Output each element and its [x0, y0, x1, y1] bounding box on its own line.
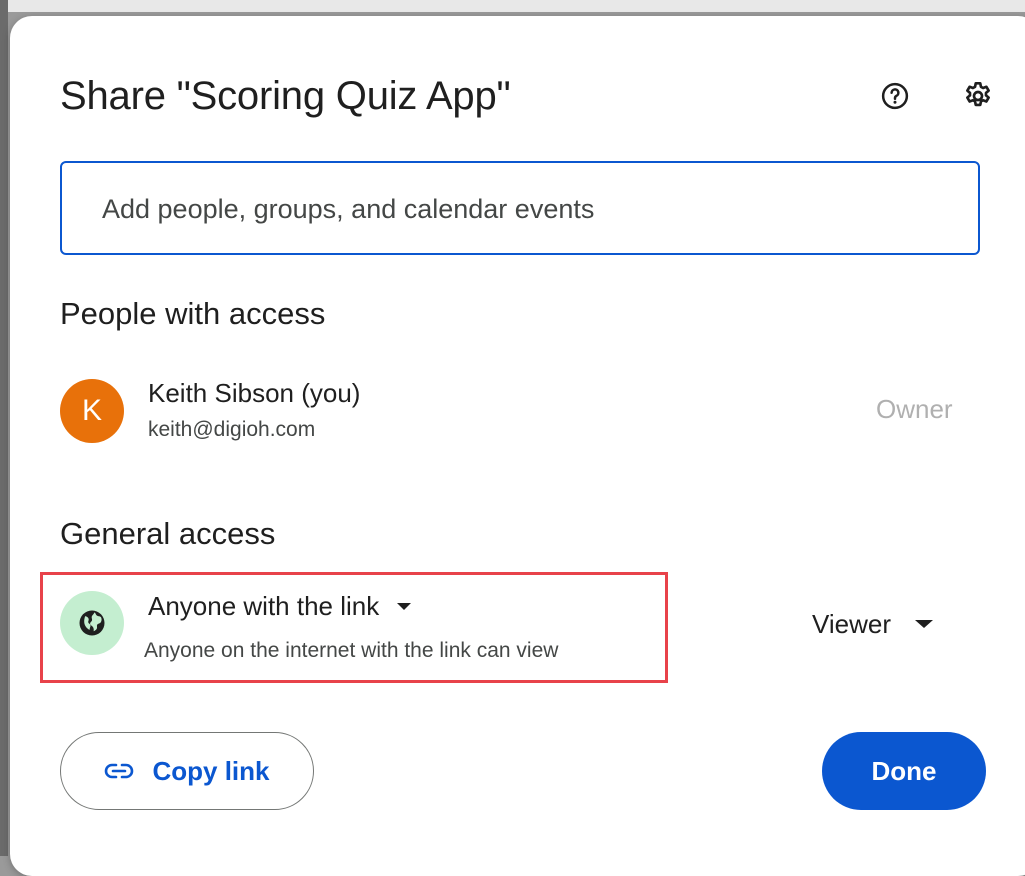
- access-level-label: Anyone with the link: [148, 590, 380, 621]
- general-access-heading: General access: [60, 516, 276, 551]
- person-role: Owner: [876, 394, 953, 424]
- search-box: [60, 161, 980, 255]
- copy-link-button[interactable]: Copy link: [60, 732, 314, 810]
- settings-button[interactable]: [958, 76, 998, 116]
- link-icon: [105, 763, 134, 779]
- person-email: keith@digioh.com: [148, 418, 316, 441]
- copy-link-label: Copy link: [152, 755, 270, 786]
- background-top: [0, 0, 1025, 12]
- general-access-dropdown[interactable]: Anyone with the link: [148, 586, 412, 626]
- done-label: Done: [871, 755, 937, 786]
- person-name: Keith Sibson (you): [148, 378, 361, 408]
- avatar: K: [60, 379, 124, 443]
- people-with-access-heading: People with access: [60, 296, 326, 331]
- chevron-down-icon: [397, 602, 412, 610]
- add-people-input[interactable]: [100, 163, 964, 255]
- done-button[interactable]: Done: [822, 732, 986, 810]
- dialog-title: Share "Scoring Quiz App": [60, 74, 511, 118]
- role-label: Viewer: [812, 608, 892, 639]
- help-circle-icon: [881, 82, 909, 110]
- role-dropdown[interactable]: Viewer: [812, 604, 934, 644]
- share-dialog: Share "Scoring Quiz App" People with acc…: [10, 16, 1025, 876]
- background-left: [0, 0, 8, 856]
- help-button[interactable]: [875, 76, 915, 116]
- access-description: Anyone on the internet with the link can…: [144, 639, 559, 662]
- chevron-down-icon: [915, 620, 934, 628]
- globe-badge: [60, 591, 124, 655]
- gear-icon: [966, 82, 990, 107]
- globe-icon: [79, 610, 105, 636]
